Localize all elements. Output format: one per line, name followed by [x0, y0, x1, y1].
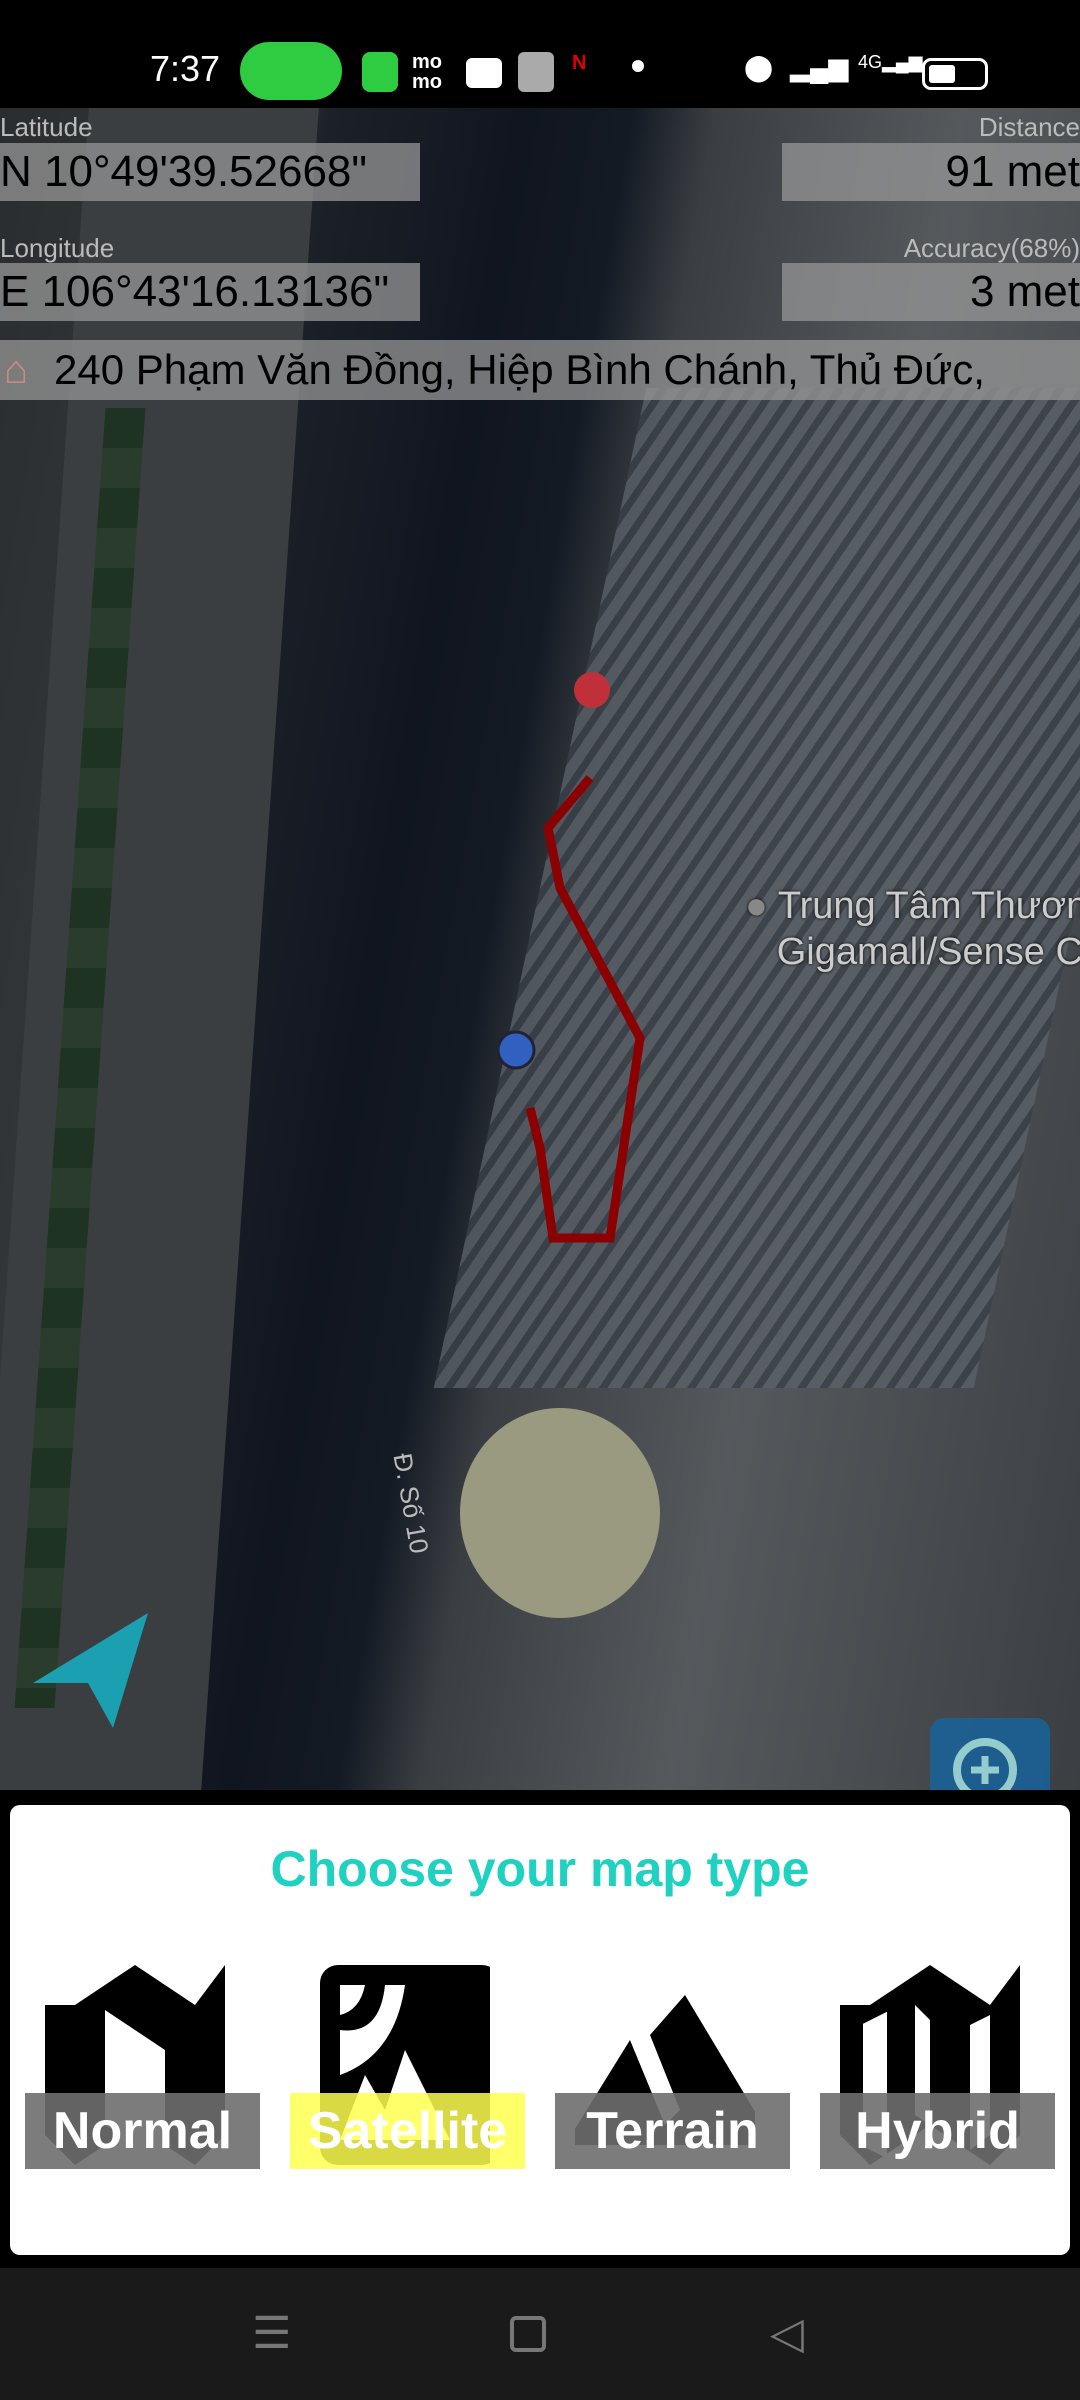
youtube-icon [466, 58, 502, 88]
poi-name-2: Gigamall/Sense C [776, 931, 1080, 973]
map-type-hybrid[interactable]: Hybrid [820, 1965, 1055, 2185]
status-bar: 7:37 mo mo N ⬤ ▂▄▆ 4G▂▄▆ [0, 0, 1080, 108]
zoom-in-icon [953, 1738, 1017, 1790]
longitude-value: E 106°43'16.13136" [0, 263, 420, 321]
signal-icon: ▂▄▆ [790, 52, 849, 82]
home-location-icon: ⌂ [4, 348, 29, 392]
battery-icon [922, 58, 988, 90]
network-type: 4G [858, 52, 883, 72]
navigation-bar: ☰ ◁ [0, 2268, 1080, 2400]
distance-value: 91 met [782, 143, 1080, 201]
momo-icon: mo mo [412, 51, 442, 93]
address-text: 240 Phạm Văn Đồng, Hiệp Bình Chánh, Thủ … [54, 346, 985, 393]
back-icon[interactable]: ◁ [770, 2308, 804, 2359]
location-icon: ⬤ [744, 52, 774, 82]
navigation-arrow-icon[interactable] [28, 1608, 153, 1733]
map-type-normal[interactable]: Normal [25, 1965, 260, 2185]
accuracy-value: 3 met [782, 263, 1080, 321]
poi-label[interactable]: ● Trung Tâm Thươn Gigamall/Sense C [745, 883, 1080, 975]
current-location-dot [496, 1030, 536, 1070]
option-label: Terrain [555, 2093, 790, 2169]
panel-title: Choose your map type [270, 1841, 810, 1897]
map-type-panel: Choose your map type Normal Satellite Te… [10, 1805, 1070, 2255]
longitude-label: Longitude [0, 233, 115, 263]
address-bar: ⌂ 240 Phạm Văn Đồng, Hiệp Bình Chánh, Th… [0, 340, 1080, 400]
map-type-satellite[interactable]: Satellite [290, 1965, 525, 2185]
latitude-value: N 10°49'39.52668" [0, 143, 420, 201]
distance-label: Distance [978, 112, 1080, 142]
localnow-icon: N [572, 52, 587, 74]
latitude-label: Latitude [0, 112, 93, 142]
dot-icon [632, 60, 644, 72]
hotspot-icon [240, 42, 342, 100]
map-type-terrain[interactable]: Terrain [555, 1965, 790, 2185]
poi-name-1: Trung Tâm Thươn [777, 885, 1080, 927]
clock: 7:37 [150, 48, 221, 89]
option-label: Normal [25, 2093, 260, 2169]
option-label: Satellite [290, 2093, 525, 2169]
home-icon[interactable] [510, 2316, 546, 2352]
destination-marker [574, 672, 610, 708]
option-label: Hybrid [820, 2093, 1055, 2169]
zoom-in-button[interactable] [930, 1718, 1050, 1790]
menu-icon[interactable]: ☰ [252, 2308, 291, 2359]
4g-signal-icon: 4G▂▄▆ [858, 52, 923, 72]
app-icon [362, 52, 398, 92]
accuracy-label: Accuracy(68%) [903, 233, 1080, 263]
maps-icon [518, 52, 554, 92]
